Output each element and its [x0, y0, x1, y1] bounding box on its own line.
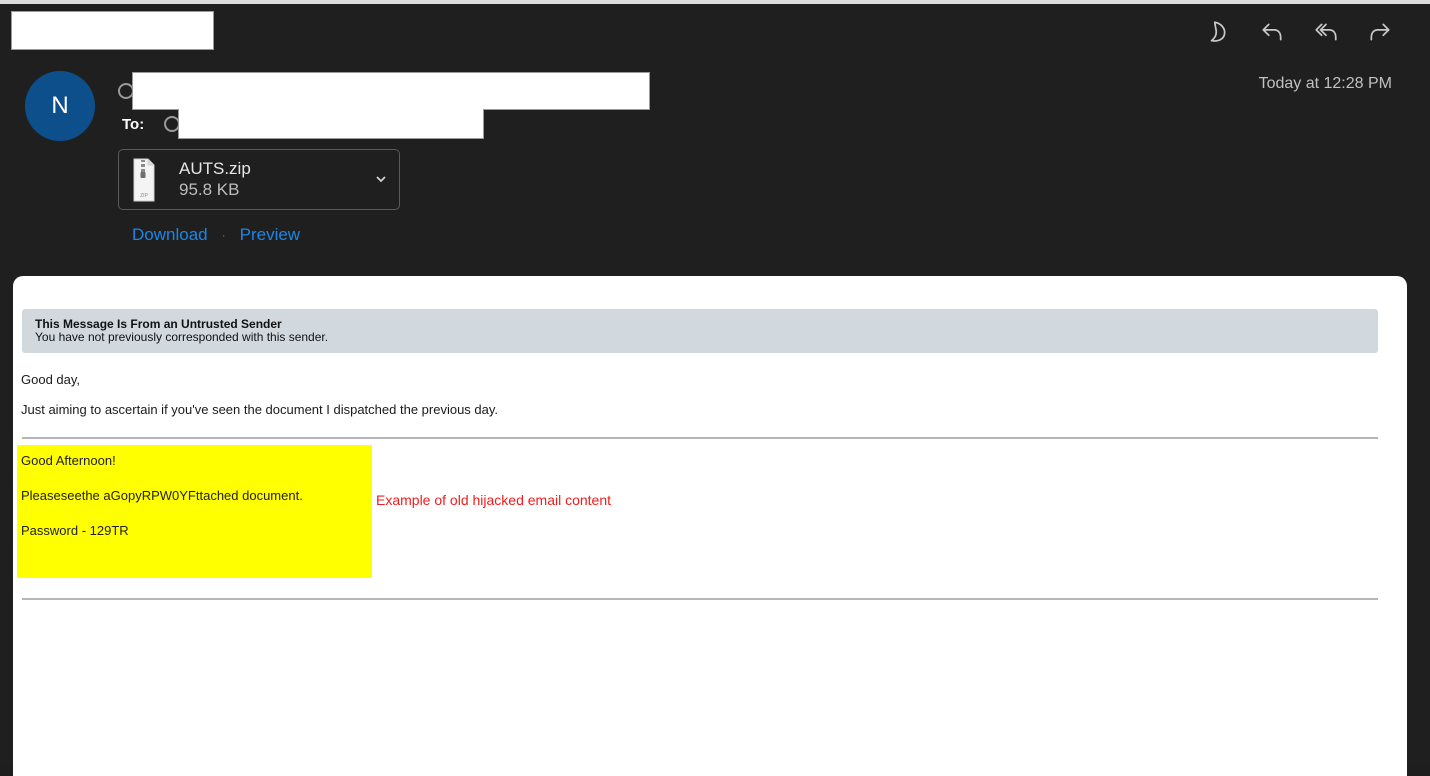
recipient-row[interactable]: To: [122, 113, 181, 135]
divider-bottom [22, 598, 1378, 600]
snooze-button[interactable] [1204, 18, 1232, 46]
hijack-annotation: Example of old hijacked email content [376, 492, 612, 508]
attachment-file-size: 95.8 KB [179, 180, 240, 199]
forward-icon [1370, 23, 1390, 41]
quoted-password: Password - 129TR [21, 523, 129, 538]
reply-all-button[interactable] [1312, 18, 1340, 46]
action-separator: · [221, 228, 226, 242]
divider-top [22, 437, 1378, 439]
attachment-file-name: AUTS.zip [179, 159, 251, 178]
redacted-sender [132, 72, 650, 110]
chevron-down-icon [376, 176, 386, 183]
svg-text:ZIP: ZIP [140, 193, 148, 199]
attachment-menu-button[interactable] [375, 172, 387, 184]
untrusted-sender-banner: This Message Is From an Untrusted Sender… [22, 309, 1378, 353]
sender-avatar: N [25, 71, 95, 141]
preview-link[interactable]: Preview [240, 225, 300, 245]
quoted-line: Pleaseseethe aGopyRPW0YFttached document… [21, 488, 303, 503]
message-timestamp: Today at 12:28 PM [1258, 75, 1392, 92]
redacted-subject [11, 11, 214, 50]
download-link[interactable]: Download [132, 225, 208, 245]
mail-window: Today at 12:28 PM N To: ZIP AUTS.zip 95.… [0, 0, 1430, 776]
redacted-recipient [178, 109, 484, 139]
to-label: To: [122, 115, 145, 133]
banner-subtitle: You have not previously corresponded wit… [35, 330, 329, 344]
reply-all-icon [1315, 23, 1337, 41]
message-toolbar [1204, 18, 1394, 46]
hijacked-quoted-content: Good Afternoon! Pleaseseethe aGopyRPW0YF… [17, 445, 372, 578]
reply-button[interactable] [1258, 18, 1286, 46]
zip-file-icon: ZIP [133, 158, 155, 202]
reply-icon [1262, 23, 1282, 41]
attachment-card[interactable]: ZIP AUTS.zip 95.8 KB [118, 149, 400, 210]
attachment-actions: Download · Preview [132, 225, 300, 245]
moon-icon [1210, 21, 1226, 42]
forward-button[interactable] [1366, 18, 1394, 46]
message-body: This Message Is From an Untrusted Sender… [13, 276, 1407, 776]
quoted-greeting: Good Afternoon! [21, 453, 116, 468]
greeting-text: Good day, [21, 372, 81, 387]
body-line: Just aiming to ascertain if you've seen … [21, 402, 499, 417]
